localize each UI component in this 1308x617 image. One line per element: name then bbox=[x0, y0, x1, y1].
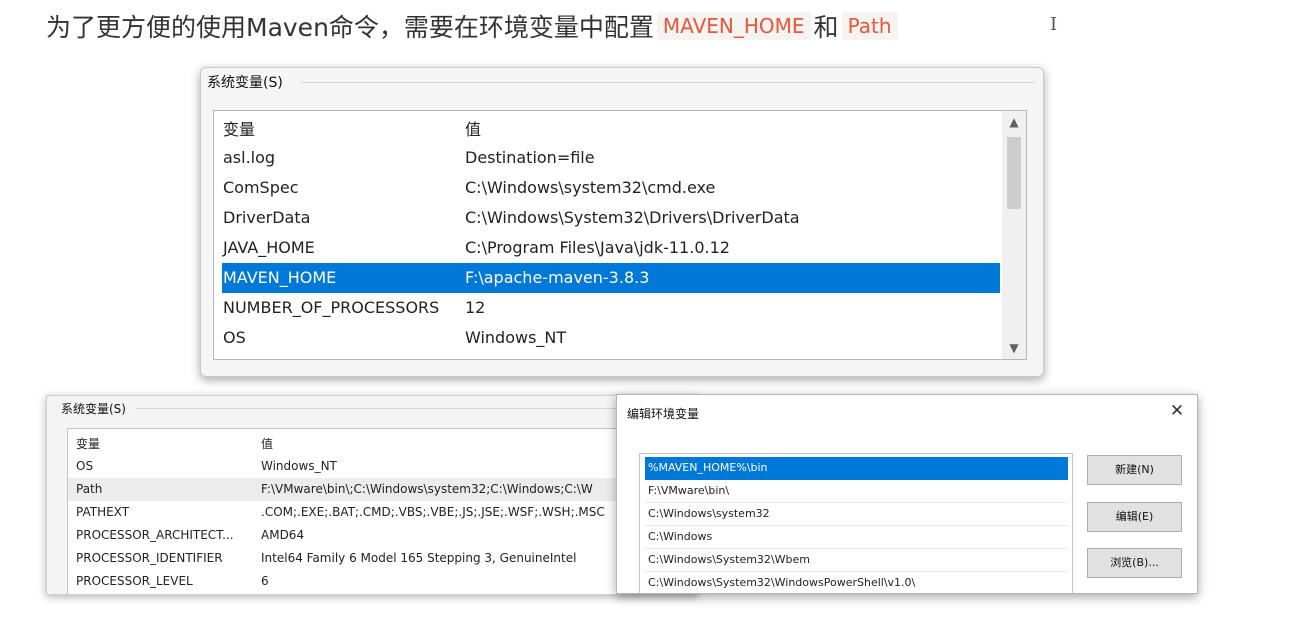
list-header: 变量 值 bbox=[214, 111, 1000, 141]
variable-value: C:\Windows\System32\Drivers\DriverData bbox=[465, 208, 800, 227]
table-row-highlighted[interactable]: Path F:\VMware\bin\;C:\Windows\system32;… bbox=[68, 478, 697, 501]
table-row[interactable]: OS Windows_NT bbox=[214, 323, 1000, 353]
group-label: 系统变量(S) bbox=[207, 75, 283, 91]
text-cursor-icon: I bbox=[1050, 14, 1058, 35]
table-row[interactable]: DriverData C:\Windows\System32\Drivers\D… bbox=[214, 203, 1000, 233]
variable-value: C:\Program Files\Java\jdk-11.0.12 bbox=[465, 238, 730, 257]
path-entry-text: C:\Windows\system32 bbox=[648, 507, 770, 520]
variable-value: 6 bbox=[261, 574, 269, 588]
system-variables-list[interactable]: 变量 值 asl.log Destination=file ComSpec C:… bbox=[213, 110, 1027, 360]
variable-value: Windows_NT bbox=[465, 328, 567, 347]
variable-name: PATHEXT bbox=[76, 505, 130, 519]
close-icon[interactable]: ✕ bbox=[1167, 401, 1187, 421]
heading-conjunction: 和 bbox=[813, 13, 839, 42]
table-row[interactable]: JAVA_HOME C:\Program Files\Java\jdk-11.0… bbox=[214, 233, 1000, 263]
path-entry[interactable]: C:\Windows\system32 bbox=[645, 503, 1068, 526]
path-entry[interactable]: F:\VMware\bin\ bbox=[645, 480, 1068, 503]
variable-name: DriverData bbox=[223, 208, 311, 227]
new-button[interactable]: 新建(N) bbox=[1087, 455, 1182, 485]
table-row[interactable]: ComSpec C:\Windows\system32\cmd.exe bbox=[214, 173, 1000, 203]
variable-value: 12 bbox=[465, 298, 486, 317]
scrollbar-thumb[interactable] bbox=[1007, 137, 1021, 209]
variable-name: PROCESSOR_LEVEL bbox=[76, 574, 193, 588]
variable-value: F:\VMware\bin\;C:\Windows\system32;C:\Wi… bbox=[261, 482, 593, 496]
heading-text: 为了更方便的使用Maven命令，需要在环境变量中配置 bbox=[46, 13, 654, 42]
variable-name: OS bbox=[76, 459, 94, 473]
table-row[interactable]: PROCESSOR_LEVEL 6 bbox=[68, 570, 697, 593]
variable-value: F:\apache-maven-3.8.3 bbox=[465, 268, 650, 287]
code-path: Path bbox=[841, 12, 898, 40]
variable-value: .COM;.EXE;.BAT;.CMD;.VBS;.VBE;.JS;.JSE;.… bbox=[261, 505, 605, 519]
path-entry[interactable]: C:\Windows\System32\Wbem bbox=[645, 549, 1068, 572]
instruction-heading: 为了更方便的使用Maven命令，需要在环境变量中配置 MAVEN_HOME 和 … bbox=[46, 6, 901, 46]
variable-name: NUMBER_OF_PROCESSORS bbox=[223, 298, 440, 317]
variable-value: C:\Windows\system32\cmd.exe bbox=[465, 178, 716, 197]
browse-button[interactable]: 浏览(B)... bbox=[1087, 548, 1182, 578]
dialog-title: 编辑环境变量 bbox=[627, 407, 700, 421]
path-entry-text: F:\VMware\bin\ bbox=[648, 484, 730, 497]
list-header: 变量 值 bbox=[68, 431, 697, 454]
table-row[interactable]: NUMBER_OF_PROCESSORS 12 bbox=[214, 293, 1000, 323]
variable-value: Windows_NT bbox=[261, 459, 337, 473]
variable-name: ComSpec bbox=[223, 178, 299, 197]
variable-value: AMD64 bbox=[261, 528, 305, 542]
vertical-scrollbar[interactable]: ▲ ▼ bbox=[1002, 111, 1026, 359]
system-variables-panel-large: 系统变量(S) 变量 值 asl.log Destination=file Co… bbox=[200, 67, 1044, 377]
edit-button[interactable]: 编辑(E) bbox=[1087, 502, 1182, 532]
code-maven-home: MAVEN_HOME bbox=[656, 12, 811, 40]
path-entry-text: %MAVEN_HOME%\bin bbox=[648, 461, 768, 474]
table-row[interactable]: PROCESSOR_IDENTIFIER Intel64 Family 6 Mo… bbox=[68, 547, 697, 570]
scroll-up-icon[interactable]: ▲ bbox=[1002, 111, 1026, 133]
variable-name: MAVEN_HOME bbox=[223, 268, 337, 287]
table-row[interactable]: PROCESSOR_ARCHITECT... AMD64 bbox=[68, 524, 697, 547]
variable-value: Destination=file bbox=[465, 148, 595, 167]
group-label: 系统变量(S) bbox=[61, 402, 126, 416]
edit-environment-variable-dialog: 编辑环境变量 ✕ %MAVEN_HOME%\bin F:\VMware\bin\… bbox=[616, 394, 1198, 594]
variable-name: JAVA_HOME bbox=[223, 238, 315, 257]
group-divider bbox=[301, 82, 1035, 83]
scroll-down-icon[interactable]: ▼ bbox=[1002, 337, 1026, 359]
variable-name: OS bbox=[223, 328, 246, 347]
variable-name: PROCESSOR_IDENTIFIER bbox=[76, 551, 223, 565]
column-header-variable[interactable]: 变量 bbox=[76, 435, 100, 452]
table-row[interactable]: asl.log Destination=file bbox=[214, 143, 1000, 173]
table-row[interactable]: OS Windows_NT bbox=[68, 455, 697, 478]
column-header-value[interactable]: 值 bbox=[465, 116, 481, 140]
table-row[interactable]: PATHEXT .COM;.EXE;.BAT;.CMD;.VBS;.VBE;.J… bbox=[68, 501, 697, 524]
system-variables-panel-small: 系统变量(S) 变量 值 OS Windows_NT Path F:\VMwar… bbox=[46, 395, 698, 595]
variable-name: PROCESSOR_ARCHITECT... bbox=[76, 528, 234, 542]
column-header-value[interactable]: 值 bbox=[261, 435, 273, 452]
path-entry-text: C:\Windows\System32\WindowsPowerShell\v1… bbox=[648, 576, 916, 589]
system-variables-list[interactable]: 变量 值 OS Windows_NT Path F:\VMware\bin\;C… bbox=[67, 428, 697, 594]
path-entry-selected[interactable]: %MAVEN_HOME%\bin bbox=[645, 457, 1068, 480]
variable-name: Path bbox=[76, 482, 103, 496]
variable-name: asl.log bbox=[223, 148, 276, 167]
path-entry-text: C:\Windows\System32\Wbem bbox=[648, 553, 810, 566]
path-entry-text: C:\Windows bbox=[648, 530, 713, 543]
path-entries-list[interactable]: %MAVEN_HOME%\bin F:\VMware\bin\ C:\Windo… bbox=[639, 453, 1073, 593]
group-divider bbox=[135, 408, 697, 409]
variable-value: Intel64 Family 6 Model 165 Stepping 3, G… bbox=[261, 551, 577, 565]
path-entry[interactable]: C:\Windows bbox=[645, 526, 1068, 549]
column-header-variable[interactable]: 变量 bbox=[223, 116, 255, 140]
table-row-selected[interactable]: MAVEN_HOME F:\apache-maven-3.8.3 bbox=[222, 263, 1000, 293]
path-entry[interactable]: C:\Windows\System32\WindowsPowerShell\v1… bbox=[645, 572, 1068, 593]
